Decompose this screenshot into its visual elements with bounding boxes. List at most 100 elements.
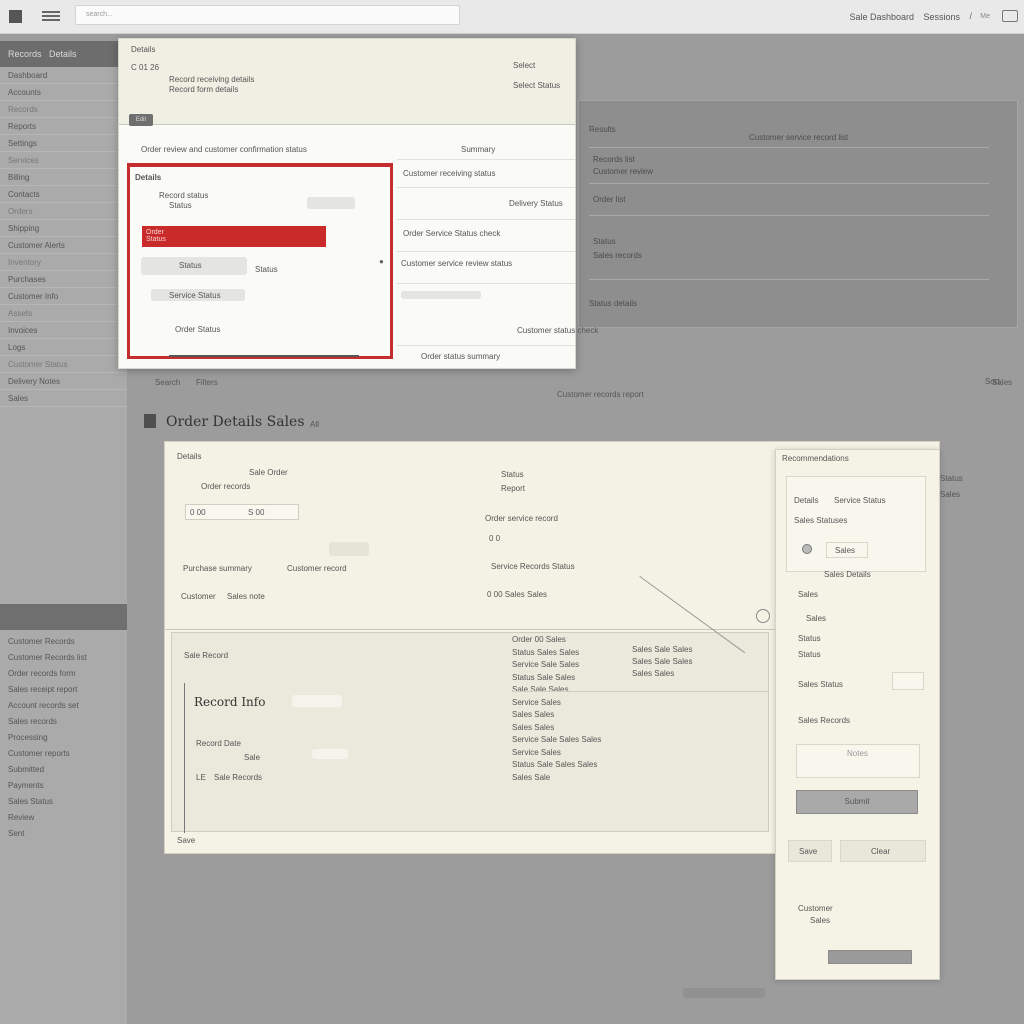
inner-sub-3b: Sale Records: [214, 773, 263, 782]
side-link[interactable]: Sales Details: [824, 570, 871, 579]
sidebar-sub-item[interactable]: Customer Records: [0, 633, 127, 649]
info-icon[interactable]: ●: [379, 257, 384, 266]
section-icon: [144, 414, 156, 428]
submit-button[interactable]: Submit: [796, 790, 918, 814]
app-logo-icon[interactable]: [9, 10, 22, 23]
sidebar-item[interactable]: Contacts: [0, 186, 127, 203]
card-name-sub: Order records: [201, 482, 251, 491]
card-detail-section: Sale Record Record Info Record Date Sale…: [171, 632, 769, 833]
list-item[interactable]: Status: [593, 237, 616, 246]
window-icon[interactable]: [1002, 10, 1018, 22]
sidebar-sub-item[interactable]: Customer reports: [0, 745, 127, 761]
sidebar-item[interactable]: Customer Status: [0, 356, 127, 373]
sidebar-sub-item[interactable]: Sent: [0, 825, 127, 841]
side-bottom-button[interactable]: [828, 950, 912, 964]
row-status-2: Status: [255, 265, 278, 274]
sidebar-sub-item[interactable]: Sales Status: [0, 793, 127, 809]
inner-label: Sale Record: [184, 651, 229, 660]
search-input[interactable]: search...: [75, 5, 460, 25]
popup-right-row[interactable]: Customer status check: [517, 326, 598, 335]
list-item[interactable]: Customer review: [593, 167, 653, 176]
nav-link-me[interactable]: Me: [980, 13, 990, 20]
sidebar-item[interactable]: Orders: [0, 203, 127, 220]
sidebar-item[interactable]: Settings: [0, 135, 127, 152]
list-item[interactable]: Status details: [589, 299, 637, 308]
side-input[interactable]: Sales: [826, 542, 868, 558]
side-header: Recommendations: [782, 454, 849, 463]
sidebar-item[interactable]: Customer Info: [0, 288, 127, 305]
popup-right-row[interactable]: Delivery Status: [509, 199, 563, 208]
sidebar-item[interactable]: Delivery Notes: [0, 373, 127, 390]
save-mini-button[interactable]: Save: [788, 840, 832, 862]
popup-subtitle: Record receiving details: [169, 75, 255, 84]
nav-link-sessions[interactable]: Sessions: [923, 12, 960, 22]
clear-mini-button[interactable]: Clear: [840, 840, 926, 862]
list-item[interactable]: Sales records: [593, 251, 642, 260]
popup-right-row[interactable]: Order status summary: [421, 352, 500, 361]
sidebar-sub-item[interactable]: Submitted: [0, 761, 127, 777]
radio-icon[interactable]: [802, 544, 812, 554]
sidebar-item[interactable]: Customer Alerts: [0, 237, 127, 254]
sidebar-sub-item[interactable]: Payments: [0, 777, 127, 793]
sidebar-sub-item[interactable]: Account records set: [0, 697, 127, 713]
detail-line: Service Sales: [512, 747, 561, 757]
edit-button[interactable]: Edit: [129, 114, 153, 126]
sidebar-item[interactable]: Invoices: [0, 322, 127, 339]
popup-section-right: Summary: [461, 145, 496, 154]
popup-select-status[interactable]: Select Status: [513, 81, 560, 90]
sidebar-item[interactable]: Billing: [0, 169, 127, 186]
side-toggle[interactable]: [892, 672, 924, 690]
results-header: Results: [589, 125, 616, 134]
sidebar-item[interactable]: Records: [0, 101, 127, 118]
toolbar-search-button[interactable]: Search: [155, 378, 180, 387]
nav-link-dashboard[interactable]: Sale Dashboard: [849, 12, 914, 22]
background-results-panel: Results Customer service record list Rec…: [578, 100, 1018, 328]
popup-label-code: C 01 26: [131, 63, 160, 72]
sidebar-sub-item[interactable]: Sales receipt report: [0, 681, 127, 697]
list-item[interactable]: Records list: [593, 155, 635, 164]
side-row-2: Service Status: [834, 496, 886, 505]
popup-right-row[interactable]: Customer service review status: [401, 259, 512, 268]
card-title-right: Status: [501, 470, 524, 479]
status-banner[interactable]: Order Status: [142, 226, 326, 247]
sidebar-item[interactable]: Inventory: [0, 254, 127, 271]
sidebar-sub-item[interactable]: Processing: [0, 729, 127, 745]
popup-select-label[interactable]: Select: [513, 61, 535, 70]
sidebar-item[interactable]: Sales: [0, 390, 127, 407]
detail-line: Service Sales: [512, 697, 561, 707]
toolbar-filters-button[interactable]: Filters: [196, 378, 218, 387]
sidebar-item[interactable]: Services: [0, 152, 127, 169]
sidebar-header: Records Details: [0, 41, 127, 67]
target-circle-icon[interactable]: [756, 609, 770, 623]
card-row-value: Customer record: [287, 564, 347, 573]
sidebar-sub-item[interactable]: Order records form: [0, 665, 127, 681]
sidebar-item[interactable]: Shipping: [0, 220, 127, 237]
card-row: Order service record: [485, 514, 558, 523]
notes-textarea[interactable]: Notes: [796, 744, 920, 778]
sidebar-item[interactable]: Reports: [0, 118, 127, 135]
sidebar-item[interactable]: Dashboard: [0, 67, 127, 84]
side-item-6: Sales Records: [798, 716, 851, 725]
detail-line: Sales Sales: [512, 710, 555, 719]
popup-right-row[interactable]: Customer receiving status: [403, 169, 495, 178]
side-item-2: Sales: [806, 614, 827, 623]
sidebar-item[interactable]: Logs: [0, 339, 127, 356]
clear-mini-label: Clear: [871, 847, 891, 856]
sidebar-sub-item[interactable]: Sales records: [0, 713, 127, 729]
sidebar-item[interactable]: Assets: [0, 305, 127, 322]
card-footer-save[interactable]: Save: [177, 836, 195, 845]
section-icon-label: All: [310, 420, 319, 429]
detail-line: Service Sale Sales Sales: [512, 735, 602, 744]
card-row-label: Purchase summary: [183, 564, 252, 573]
hamburger-menu-icon[interactable]: [42, 11, 60, 22]
sidebar-sub-item[interactable]: Customer Records list: [0, 649, 127, 665]
mid-label: Customer records report: [557, 390, 644, 399]
sidebar-item[interactable]: Accounts: [0, 84, 127, 101]
list-item[interactable]: Order list: [593, 195, 625, 204]
sidebar-sub-item[interactable]: Review: [0, 809, 127, 825]
code-field[interactable]: 0 00 S 00: [185, 504, 299, 520]
nav-separator: /: [969, 11, 972, 21]
sidebar-item[interactable]: Purchases: [0, 271, 127, 288]
popup-right-row[interactable]: Order Service Status check: [403, 229, 500, 238]
card-row-3-right: 0 00 Sales Sales: [487, 590, 548, 599]
